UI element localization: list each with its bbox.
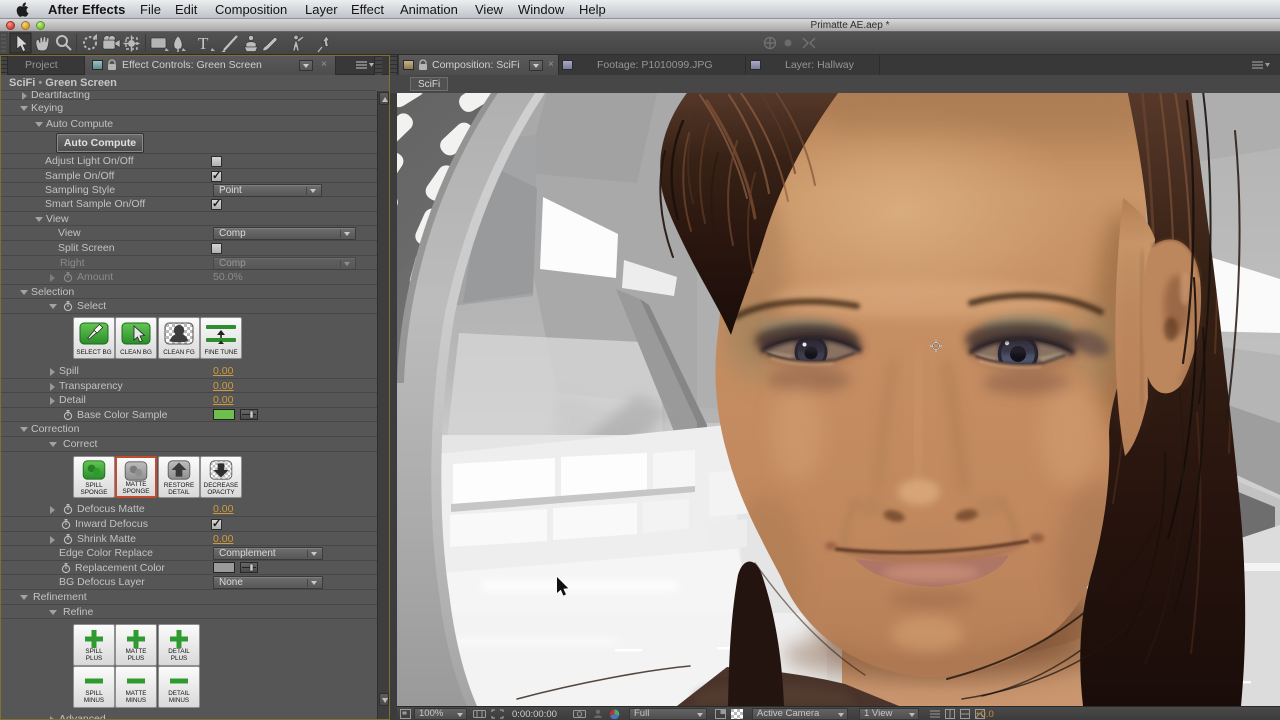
svg-text:T: T — [198, 34, 209, 53]
